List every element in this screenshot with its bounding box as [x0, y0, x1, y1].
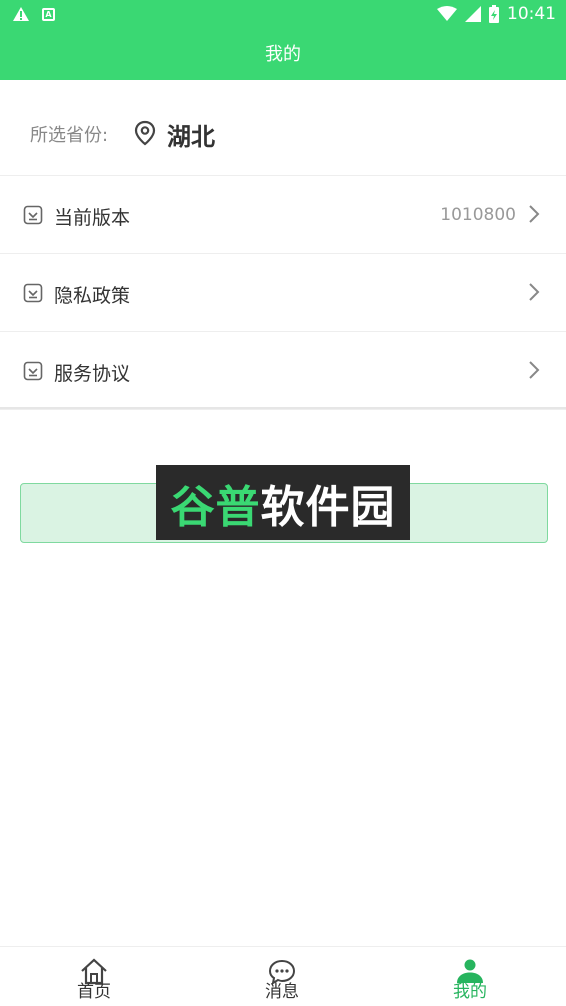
screen: A 10:41 我的 所选省份: 湖北 当前版本 1010800 隐私政策 服务… — [0, 0, 566, 1006]
document-icon — [23, 205, 43, 225]
menu-item-label: 当前版本 — [54, 207, 131, 229]
menu-item-label: 隐私政策 — [54, 285, 131, 307]
document-icon — [23, 283, 43, 303]
section-divider — [0, 407, 566, 409]
location-pin-icon — [134, 120, 156, 146]
document-icon — [23, 361, 43, 381]
menu-item-service-agreement[interactable]: 服务协议 — [0, 332, 566, 410]
menu-item-version[interactable]: 当前版本 1010800 — [0, 176, 566, 254]
province-row[interactable]: 所选省份: 湖北 — [0, 80, 566, 176]
warning-icon — [13, 7, 29, 21]
menu-item-privacy[interactable]: 隐私政策 — [0, 254, 566, 332]
tab-profile[interactable]: 我的 — [376, 947, 564, 1006]
notification-icon: A — [42, 7, 55, 21]
wifi-icon — [437, 6, 457, 21]
signal-icon — [465, 6, 481, 22]
battery-icon — [489, 5, 499, 23]
province-value: 湖北 — [167, 123, 215, 151]
tab-label: 首页 — [77, 982, 111, 1002]
tab-messages[interactable]: 消息 — [188, 947, 376, 1006]
tab-home[interactable]: 首页 — [0, 947, 188, 1006]
status-bar: A 10:41 — [0, 0, 566, 30]
page-title: 我的 — [265, 44, 301, 65]
header-bar: A 10:41 我的 — [0, 0, 566, 80]
chevron-right-icon — [529, 361, 540, 379]
watermark-text-white: 软件园 — [260, 481, 396, 533]
watermark-logo: 谷普 软件园 — [156, 465, 410, 540]
chevron-right-icon — [529, 283, 540, 301]
watermark-text-green: 谷普 — [170, 481, 261, 533]
status-time: 10:41 — [507, 4, 556, 24]
bottom-tab-bar: 首页 消息 我的 — [0, 946, 566, 1006]
menu-item-label: 服务协议 — [54, 363, 131, 385]
chevron-right-icon — [529, 205, 540, 223]
tab-label: 我的 — [453, 982, 487, 1002]
version-number: 1010800 — [440, 205, 516, 225]
province-label: 所选省份: — [30, 125, 109, 146]
tab-label: 消息 — [265, 982, 299, 1002]
